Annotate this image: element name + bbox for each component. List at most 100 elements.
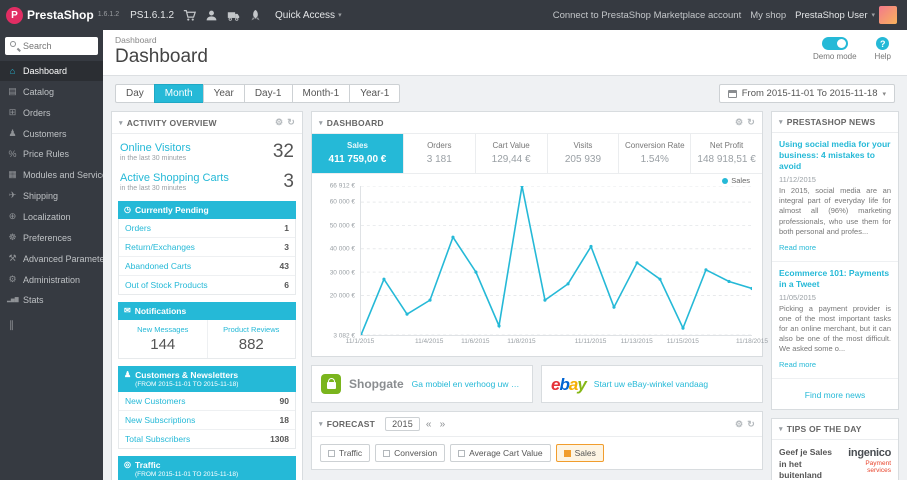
refresh-icon[interactable]: ↻ — [287, 117, 295, 128]
next-arrow[interactable]: » — [438, 419, 448, 430]
metric-sales[interactable]: Sales 411 759,00 € — [312, 134, 404, 173]
activity-row-label: Orders — [125, 223, 151, 234]
ebay-link[interactable]: Start uw eBay-winkel vandaag — [594, 379, 708, 389]
collapse-icon[interactable]: ▾ — [779, 118, 783, 126]
sidebar-item-shipping[interactable]: ✈ Shipping — [0, 185, 103, 206]
forecast-legend-conversion[interactable]: Conversion — [375, 444, 446, 462]
activity-row-label: New Customers — [125, 396, 186, 407]
date-range-picker[interactable]: From 2015-11-01 To 2015-11-18 ▾ — [718, 84, 895, 103]
range-button-month[interactable]: Month — [153, 84, 204, 103]
activity-row[interactable]: Abandoned Carts 43 — [119, 257, 295, 277]
forecast-legend-average-cart-value[interactable]: Average Cart Value — [450, 444, 551, 462]
prestashop-logo[interactable]: P PrestaShop 1.6.1.2 — [6, 6, 119, 24]
page-header: Dashboard Dashboard Demo mode ? Help — [103, 30, 907, 76]
chart-area: 66 912 € 60 000 € 50 000 € 40 000 € 30 000 €… — [312, 174, 762, 340]
range-button-day[interactable]: Day — [115, 84, 155, 103]
ebay-promo: ebay Start uw eBay-winkel vandaag — [541, 365, 763, 403]
customers-icon[interactable] — [205, 9, 218, 22]
collapse-icon[interactable]: ▾ — [319, 420, 323, 428]
metric-conversion-rate[interactable]: Conversion Rate 1.54% — [619, 134, 692, 173]
help-icon[interactable]: ? — [876, 37, 890, 50]
metric-orders[interactable]: Orders 3 181 — [404, 134, 476, 173]
sidebar-item-price-rules[interactable]: % Price Rules — [0, 144, 103, 164]
section-title: Notifications — [134, 306, 187, 317]
app-window: P PrestaShop 1.6.1.2 PS1.6.1.2 Quick Acc… — [0, 0, 907, 480]
sidebar-item-administration[interactable]: ⚙ Administration — [0, 269, 103, 290]
marketplace-link[interactable]: Connect to PrestaShop Marketplace accoun… — [553, 10, 742, 21]
metric-label: Net Profit — [709, 141, 744, 150]
refresh-icon[interactable]: ↻ — [747, 117, 755, 128]
forecast-year-select[interactable]: 2015 — [385, 417, 420, 431]
activity-row[interactable]: New Customers 90 — [119, 392, 295, 412]
activity-row[interactable]: Out of Stock Products 6 — [119, 276, 295, 294]
rocket-icon[interactable] — [249, 9, 262, 22]
activity-row[interactable]: Total Subscribers 1308 — [119, 430, 295, 448]
sidebar-item-label: Administration — [23, 274, 81, 285]
user-menu[interactable]: PrestaShop User ▾ — [795, 6, 897, 24]
activity-row-value: 43 — [279, 261, 289, 272]
range-button-year[interactable]: Year — [202, 84, 245, 103]
read-more-link[interactable]: Read more — [779, 243, 816, 252]
chart-legend[interactable]: Sales — [722, 176, 750, 185]
activity-row[interactable]: Orders 1 — [119, 219, 295, 239]
shopgate-link[interactable]: Ga mobiel en verhoog uw omzet — [412, 379, 523, 389]
breadcrumb[interactable]: Dashboard — [115, 35, 895, 45]
cart-icon[interactable] — [183, 9, 197, 22]
sidebar-item-orders[interactable]: ⊞ Orders — [0, 102, 103, 123]
collapse-icon[interactable]: ▾ — [319, 119, 323, 127]
sidebar-item-advanced-parameters[interactable]: ⚒ Advanced Parameters — [0, 248, 103, 269]
online-visitors-label[interactable]: Online Visitors — [120, 142, 191, 154]
collapse-icon[interactable]: ▾ — [119, 119, 123, 127]
active-carts-label[interactable]: Active Shopping Carts — [120, 172, 229, 184]
notification-cell-product-reviews[interactable]: Product Reviews 882 — [208, 320, 296, 358]
find-more-news-link[interactable]: Find more news — [805, 390, 865, 400]
center-column: ▾ DASHBOARD ⚙ ↻ Sales 411 759,00 € Orders 3… — [311, 111, 768, 478]
gear-icon[interactable]: ⚙ — [275, 117, 283, 128]
activity-row[interactable]: Return/Exchanges 3 — [119, 238, 295, 258]
sidebar-item-stats[interactable]: ▂▅▇ Stats — [0, 290, 103, 310]
sidebar-item-modules-and-services[interactable]: ▦ Modules and Services — [0, 164, 103, 185]
refresh-icon[interactable]: ↻ — [747, 419, 755, 430]
activity-row-value: 18 — [279, 415, 289, 426]
sidebar-item-customers[interactable]: ♟ Customers — [0, 123, 103, 144]
activity-panel-header: ▾ ACTIVITY OVERVIEW ⚙ ↻ — [112, 112, 302, 134]
range-button-year-1[interactable]: Year-1 — [349, 84, 401, 103]
sidebar-collapse-button[interactable]: ∥ — [0, 310, 103, 341]
my-shop-link[interactable]: My shop — [750, 10, 786, 21]
range-button-day-1[interactable]: Day-1 — [243, 84, 293, 103]
gear-icon[interactable]: ⚙ — [735, 117, 743, 128]
prev-arrow[interactable]: « — [424, 419, 434, 430]
topbar: P PrestaShop 1.6.1.2 PS1.6.1.2 Quick Acc… — [0, 0, 907, 30]
search-input[interactable] — [5, 37, 98, 55]
news-item: Ecommerce 101: Payments in a Tweet 11/05/… — [772, 262, 898, 380]
gear-icon[interactable]: ⚙ — [735, 419, 743, 430]
dashboard-content: ▾ ACTIVITY OVERVIEW ⚙ ↻ Online Visitors … — [103, 111, 907, 480]
range-button-month-1[interactable]: Month-1 — [291, 84, 351, 103]
tips-panel-header: ▾ TIPS OF THE DAY — [772, 419, 898, 441]
read-more-link[interactable]: Read more — [779, 360, 816, 369]
demo-mode-toggle[interactable] — [821, 37, 848, 50]
news-item-title-link[interactable]: Ecommerce 101: Payments in a Tweet — [779, 268, 891, 290]
forecast-legend-label: Conversion — [394, 448, 438, 458]
metric-net-profit[interactable]: Net Profit 148 918,51 € — [691, 134, 762, 173]
panel-title: DASHBOARD — [326, 117, 384, 128]
metric-visits[interactable]: Visits 205 939 — [548, 134, 620, 173]
chart-x-tick-label: 11/15/2015 — [666, 338, 699, 345]
sidebar-item-catalog[interactable]: ▤ Catalog — [0, 81, 103, 102]
collapse-icon[interactable]: ▾ — [779, 425, 783, 433]
news-item-title-link[interactable]: Using social media for your business: 4 … — [779, 139, 891, 172]
metric-label: Conversion Rate — [624, 141, 685, 150]
forecast-legend-traffic[interactable]: Traffic — [320, 444, 371, 462]
forecast-legend-sales[interactable]: Sales — [555, 444, 604, 462]
quick-access-menu[interactable]: Quick Access ▾ — [275, 10, 342, 21]
sidebar-item-localization[interactable]: ⊕ Localization — [0, 206, 103, 227]
truck-icon[interactable] — [227, 9, 240, 22]
sidebar-item-preferences[interactable]: ☸ Preferences — [0, 227, 103, 248]
sidebar-item-label: Advanced Parameters — [23, 253, 103, 264]
chart-y-tick-label: 60 000 € — [329, 198, 355, 206]
metric-cart-value[interactable]: Cart Value 129,44 € — [476, 134, 548, 173]
activity-row[interactable]: New Subscriptions 18 — [119, 411, 295, 431]
sidebar-item-dashboard[interactable]: ⌂ Dashboard — [0, 61, 103, 81]
sidebar-item-label: Price Rules — [23, 149, 70, 159]
notification-cell-new-messages[interactable]: New Messages 144 — [119, 320, 208, 359]
